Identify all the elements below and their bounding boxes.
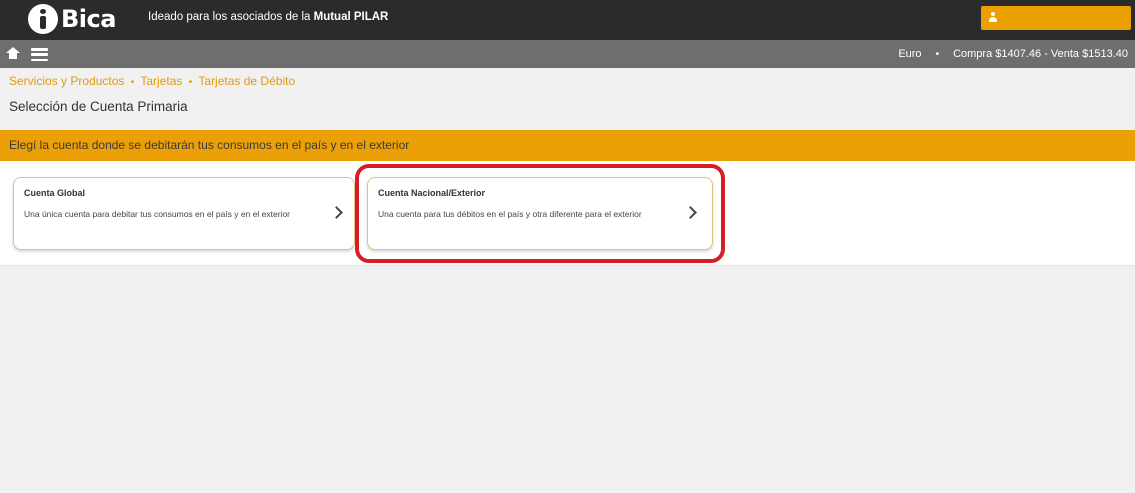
user-icon — [989, 12, 997, 22]
option-card-cuenta-global[interactable]: Cuenta Global Una única cuenta para debi… — [13, 177, 355, 250]
option-card-cuenta-nacional-exterior[interactable]: Cuenta Nacional/Exterior Una cuenta para… — [367, 177, 713, 250]
option-card-title: Cuenta Global — [24, 188, 86, 198]
option-card-description: Una cuenta para tus débitos en el país y… — [378, 209, 642, 219]
info-logo-icon — [28, 4, 58, 34]
brand-name: Bica — [61, 5, 116, 33]
tagline-mutual-name: Mutual PILAR — [313, 11, 389, 23]
home-icon[interactable] — [6, 47, 20, 60]
chevron-right-icon — [330, 206, 343, 219]
currency-label: Euro — [898, 48, 922, 60]
header-tagline: Ideado para los asociados de la Mutual P… — [148, 11, 388, 23]
user-account-button[interactable] — [981, 6, 1131, 30]
breadcrumb-item-tarjetas-debito[interactable]: Tarjetas de Débito — [198, 74, 295, 88]
top-header: Bica Ideado para los asociados de la Mut… — [0, 0, 1135, 40]
currency-rate-values: Compra $1407.46 - Venta $1513.40 — [953, 48, 1128, 60]
currency-rates: Euro • Compra $1407.46 - Venta $1513.40 — [898, 48, 1128, 60]
bica-logo[interactable]: Bica — [28, 3, 116, 35]
account-options-panel: Cuenta Global Una única cuenta para debi… — [0, 161, 1135, 266]
option-card-title: Cuenta Nacional/Exterior — [378, 188, 486, 198]
banner-text: Elegí la cuenta donde se debitarán tus c… — [9, 138, 410, 152]
page-title: Selección de Cuenta Primaria — [9, 99, 188, 114]
instruction-banner: Elegí la cuenta donde se debitarán tus c… — [0, 130, 1135, 161]
breadcrumb: Servicios y Productos • Tarjetas • Tarje… — [9, 74, 295, 88]
nav-bar: Euro • Compra $1407.46 - Venta $1513.40 — [0, 40, 1135, 68]
menu-icon[interactable] — [31, 48, 48, 61]
breadcrumb-separator: • — [188, 77, 193, 88]
breadcrumb-item-servicios[interactable]: Servicios y Productos — [9, 74, 124, 88]
chevron-right-icon — [684, 206, 697, 219]
breadcrumb-separator: • — [130, 77, 135, 88]
breadcrumb-item-tarjetas[interactable]: Tarjetas — [140, 74, 182, 88]
option-card-description: Una única cuenta para debitar tus consum… — [24, 209, 291, 219]
tagline-text: Ideado para los asociados de la — [148, 11, 311, 23]
currency-separator: • — [935, 48, 940, 60]
